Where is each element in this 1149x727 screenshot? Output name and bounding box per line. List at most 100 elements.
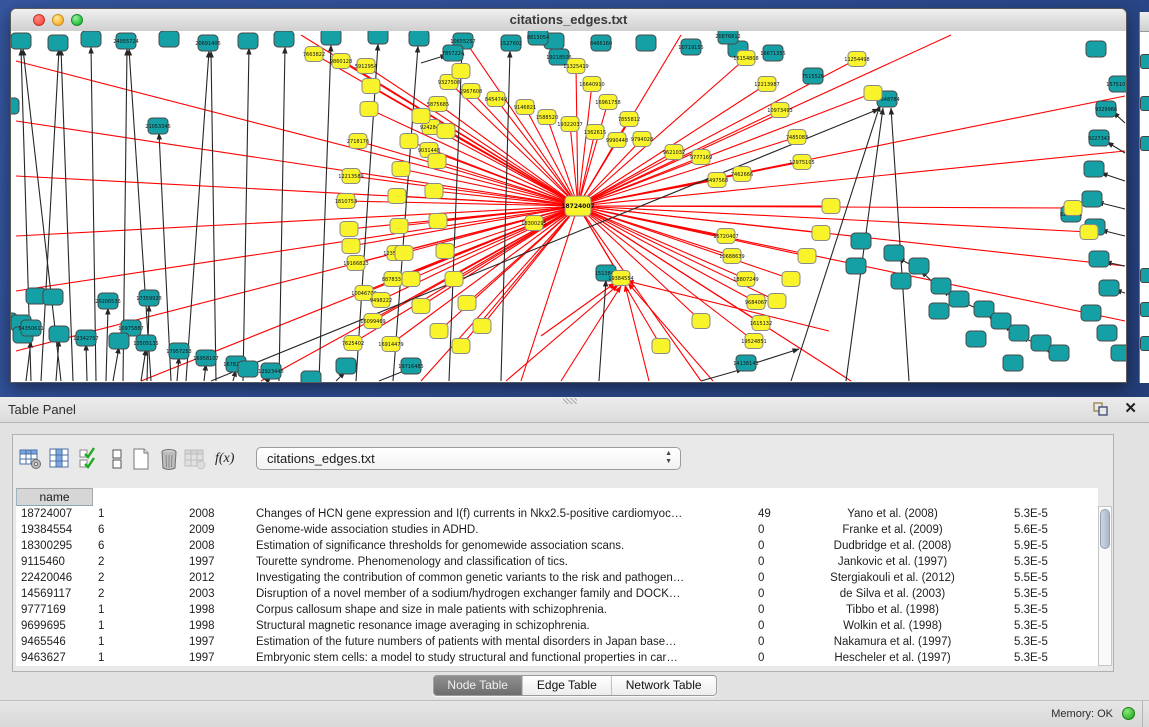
graph-edge[interactable] <box>628 283 713 381</box>
graph-edge[interactable] <box>393 46 418 381</box>
graph-node[interactable] <box>388 189 406 204</box>
graph-node[interactable] <box>864 86 882 101</box>
graph-edge[interactable] <box>106 308 108 381</box>
graph-node[interactable] <box>966 331 986 347</box>
graph-edge[interactable] <box>177 357 179 381</box>
graph-node[interactable] <box>891 273 911 289</box>
graph-edge[interactable] <box>279 47 285 381</box>
graph-node[interactable] <box>395 246 413 261</box>
graph-node[interactable] <box>301 371 321 382</box>
function-builder-icon[interactable]: f(x) <box>215 447 239 471</box>
table-row[interactable]: 2242004622012Investigating the contribut… <box>16 570 1098 586</box>
graph-node[interactable] <box>412 109 430 124</box>
graph-edge[interactable] <box>319 45 331 381</box>
graph-node[interactable] <box>458 296 476 311</box>
network-canvas[interactable]: 2405572420691406106552571527602846616010… <box>11 31 1126 382</box>
graph-edge[interactable] <box>578 84 592 206</box>
table-row[interactable]: 911546021997Tourette syndrome. Phenomeno… <box>16 554 1098 570</box>
graph-node[interactable] <box>321 31 341 45</box>
graph-node[interactable] <box>798 249 816 264</box>
graph-edge[interactable] <box>506 285 618 381</box>
graph-node[interactable] <box>109 333 129 349</box>
graph-node[interactable] <box>1080 225 1098 240</box>
graph-edge[interactable] <box>578 206 732 256</box>
select-rows-icon[interactable] <box>78 447 102 471</box>
table-row[interactable]: 1456911722003Disruption of a novel membe… <box>16 586 1098 602</box>
graph-node[interactable] <box>1009 325 1029 341</box>
citation-network-graph[interactable]: 2405572420691406106552571527602846616010… <box>11 31 1126 382</box>
table-scrollbar-thumb[interactable] <box>1100 509 1110 549</box>
graph-node[interactable] <box>931 278 951 294</box>
table-settings-icon[interactable] <box>19 447 43 471</box>
graph-node[interactable] <box>11 98 19 114</box>
graph-edge[interactable] <box>113 347 119 381</box>
graph-node[interactable] <box>1003 355 1023 371</box>
graph-node[interactable] <box>1084 161 1104 177</box>
table-selector-dropdown[interactable]: citations_edges.txt ▲▼ <box>256 447 681 470</box>
graph-edge[interactable] <box>243 48 249 381</box>
row-height-icon[interactable] <box>105 447 129 471</box>
graph-node[interactable] <box>336 358 356 374</box>
graph-node[interactable] <box>342 239 360 254</box>
float-panel-icon[interactable] <box>1093 402 1109 417</box>
graph-edge[interactable] <box>186 51 209 381</box>
graph-node[interactable] <box>238 33 258 49</box>
table-row[interactable]: 946554611997Estimation of the future num… <box>16 634 1098 650</box>
graph-node[interactable] <box>652 339 670 354</box>
graph-edge[interactable] <box>599 280 606 381</box>
graph-node[interactable] <box>884 245 904 261</box>
graph-node[interactable] <box>412 299 430 314</box>
graph-node[interactable] <box>445 272 463 287</box>
graph-edge[interactable] <box>627 281 829 331</box>
graph-node[interactable] <box>452 339 470 354</box>
delete-column-icon[interactable] <box>157 447 181 471</box>
graph-edge[interactable] <box>1107 142 1125 153</box>
graph-node[interactable] <box>430 324 448 339</box>
graph-node[interactable] <box>991 313 1011 329</box>
graph-node[interactable] <box>1031 335 1051 351</box>
graph-edge[interactable] <box>449 49 462 381</box>
table-scrollbar[interactable] <box>1098 506 1112 666</box>
graph-node[interactable] <box>429 214 447 229</box>
graph-node[interactable] <box>636 35 656 51</box>
graph-node[interactable] <box>782 272 800 287</box>
graph-node[interactable] <box>1064 201 1082 216</box>
graph-node[interactable] <box>43 289 63 305</box>
graph-node[interactable] <box>1082 191 1102 207</box>
graph-node[interactable] <box>949 291 969 307</box>
graph-node[interactable] <box>400 134 418 149</box>
window-titlebar[interactable]: citations_edges.txt <box>11 9 1126 32</box>
graph-node[interactable] <box>768 294 786 309</box>
graph-edge[interactable] <box>625 285 649 381</box>
graph-node[interactable] <box>1097 325 1117 341</box>
graph-edge[interactable] <box>204 364 206 381</box>
show-columns-icon[interactable] <box>48 447 72 471</box>
tab-edge-table[interactable]: Edge Table <box>523 676 612 695</box>
import-table-icon[interactable] <box>183 447 207 471</box>
graph-node[interactable] <box>974 301 994 317</box>
table-row[interactable]: 977716911998Corpus callosum shape and si… <box>16 602 1098 618</box>
graph-node[interactable] <box>392 162 410 177</box>
column-header-name[interactable]: name <box>16 488 93 506</box>
graph-node[interactable] <box>48 35 68 51</box>
table-row[interactable]: 1938455462009Genome-wide association stu… <box>16 522 1098 538</box>
graph-node[interactable] <box>822 199 840 214</box>
graph-node[interactable] <box>437 124 455 139</box>
graph-node[interactable] <box>274 31 294 47</box>
close-panel-icon[interactable]: ✕ <box>1124 400 1137 418</box>
graph-node[interactable] <box>1081 305 1101 321</box>
panel-resize-grip[interactable] <box>563 398 577 404</box>
graph-node[interactable] <box>1099 280 1119 296</box>
graph-node[interactable] <box>362 79 380 94</box>
graph-node[interactable] <box>473 319 491 334</box>
tab-node-table[interactable]: Node Table <box>433 676 523 695</box>
graph-node[interactable] <box>436 244 454 259</box>
graph-node[interactable] <box>425 184 443 199</box>
graph-node[interactable] <box>409 31 429 46</box>
graph-node[interactable] <box>428 154 446 169</box>
graph-node[interactable] <box>390 219 408 234</box>
graph-node[interactable] <box>452 64 470 79</box>
tab-network-table[interactable]: Network Table <box>612 676 716 695</box>
graph-edge[interactable] <box>1101 173 1125 181</box>
graph-edge[interactable] <box>141 349 146 381</box>
